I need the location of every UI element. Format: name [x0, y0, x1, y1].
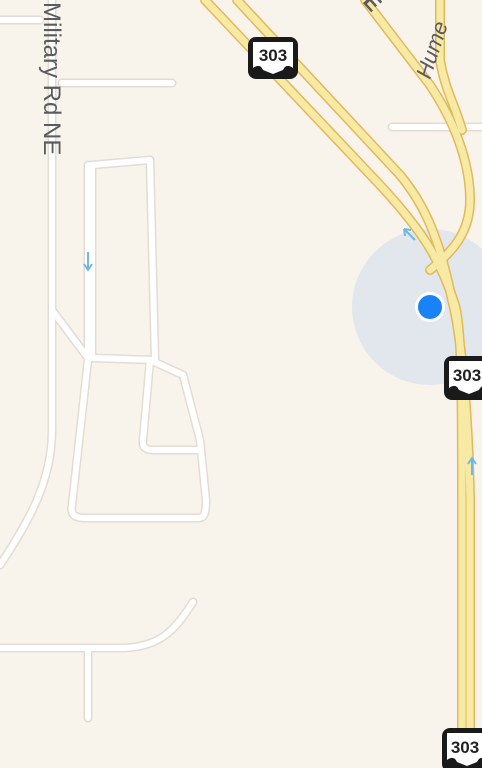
route-shield-label: 303 — [259, 46, 287, 65]
map-view[interactable]: 303 303 303 Military Rd NE Hume E — [0, 0, 482, 768]
current-location-marker[interactable] — [415, 292, 445, 322]
road-label-military-rd: Military Rd NE — [38, 2, 65, 155]
map-canvas[interactable]: 303 303 303 Military Rd NE Hume E — [0, 0, 482, 768]
route-shield-label: 303 — [453, 366, 481, 385]
route-shield-303-bottom[interactable]: 303 — [442, 728, 482, 768]
route-shield-303-middle[interactable]: 303 — [444, 356, 482, 400]
route-shield-label: 303 — [451, 738, 479, 757]
route-shield-303-top[interactable]: 303 — [248, 37, 298, 79]
